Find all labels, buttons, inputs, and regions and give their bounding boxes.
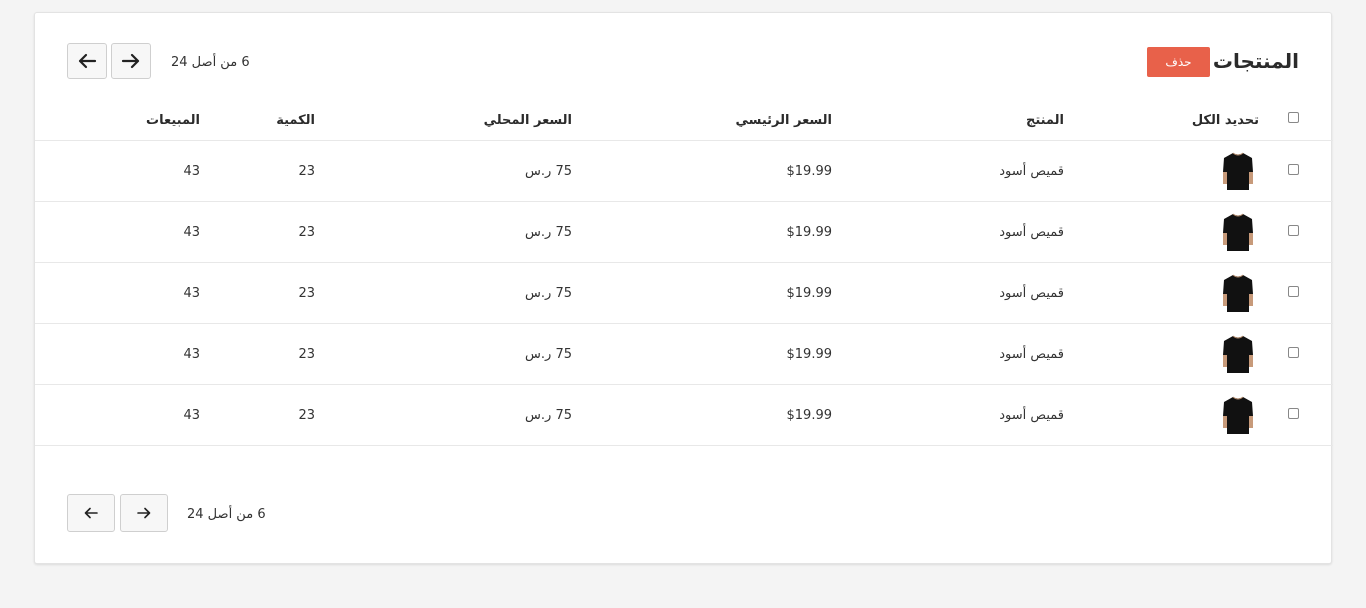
delete-button[interactable]: حذف — [1147, 47, 1210, 77]
table-header: تحديد الكل المنتج السعر الرئيسي السعر ال… — [35, 99, 1333, 141]
column-local-price: السعر المحلي — [483, 113, 572, 128]
row-checkbox[interactable] — [1288, 347, 1299, 358]
product-name: قميص أسود — [999, 286, 1064, 301]
table-row[interactable]: قميص أسود $19.99 75 ر.س 23 43 — [35, 263, 1333, 324]
local-price: 75 ر.س — [525, 225, 572, 240]
row-checkbox[interactable] — [1288, 408, 1299, 419]
main-price: $19.99 — [786, 408, 833, 423]
product-image — [1220, 150, 1256, 192]
arrow-left-icon — [77, 53, 97, 69]
local-price: 75 ر.س — [525, 286, 572, 301]
black-tshirt-icon — [1223, 396, 1253, 434]
product-image — [1220, 394, 1256, 436]
row-checkbox[interactable] — [1288, 286, 1299, 297]
main-price: $19.99 — [786, 286, 833, 301]
sales: 43 — [183, 347, 200, 362]
column-product: المنتج — [1025, 113, 1064, 128]
footer-prev-page-button[interactable] — [67, 494, 115, 532]
black-tshirt-icon — [1223, 274, 1253, 312]
main-price: $19.99 — [786, 164, 833, 179]
product-image — [1220, 333, 1256, 375]
quantity: 23 — [298, 164, 315, 179]
footer-next-page-button[interactable] — [120, 494, 168, 532]
arrow-right-icon — [137, 507, 151, 519]
product-image — [1220, 211, 1256, 253]
sales: 43 — [183, 408, 200, 423]
row-checkbox[interactable] — [1288, 225, 1299, 236]
sales: 43 — [183, 225, 200, 240]
black-tshirt-icon — [1223, 213, 1253, 251]
quantity: 23 — [298, 408, 315, 423]
products-card: المنتجات حذف 6 من أصل 24 تحديد الكل المن… — [34, 12, 1333, 564]
local-price: 75 ر.س — [525, 408, 572, 423]
quantity: 23 — [298, 347, 315, 362]
product-image — [1220, 272, 1256, 314]
table-row[interactable]: قميص أسود $19.99 75 ر.س 23 43 — [35, 202, 1333, 263]
arrow-left-icon — [84, 507, 98, 519]
column-quantity: الكمية — [276, 113, 315, 128]
main-price: $19.99 — [786, 225, 833, 240]
local-price: 75 ر.س — [525, 347, 572, 362]
quantity: 23 — [298, 286, 315, 301]
row-checkbox[interactable] — [1288, 164, 1299, 175]
local-price: 75 ر.س — [525, 164, 572, 179]
column-select-all: تحديد الكل — [1191, 113, 1259, 128]
table-row[interactable]: قميص أسود $19.99 75 ر.س 23 43 — [35, 324, 1333, 385]
product-name: قميص أسود — [999, 164, 1064, 179]
prev-page-button[interactable] — [67, 43, 107, 79]
product-name: قميص أسود — [999, 408, 1064, 423]
column-sales: المبيعات — [146, 113, 200, 128]
black-tshirt-icon — [1223, 335, 1253, 373]
black-tshirt-icon — [1223, 152, 1253, 190]
column-main-price: السعر الرئيسي — [735, 113, 832, 128]
next-page-button[interactable] — [111, 43, 151, 79]
main-price: $19.99 — [786, 347, 833, 362]
sales: 43 — [183, 286, 200, 301]
product-name: قميص أسود — [999, 347, 1064, 362]
quantity: 23 — [298, 225, 315, 240]
page-title: المنتجات — [1212, 49, 1299, 73]
table-row[interactable]: قميص أسود $19.99 75 ر.س 23 43 — [35, 141, 1333, 202]
sales: 43 — [183, 164, 200, 179]
select-all-checkbox[interactable] — [1288, 112, 1299, 123]
table-row[interactable]: قميص أسود $19.99 75 ر.س 23 43 — [35, 385, 1333, 446]
pagination-label: 6 من أصل 24 — [171, 55, 250, 70]
footer-pagination-label: 6 من أصل 24 — [187, 507, 266, 522]
arrow-right-icon — [121, 53, 141, 69]
product-name: قميص أسود — [999, 225, 1064, 240]
